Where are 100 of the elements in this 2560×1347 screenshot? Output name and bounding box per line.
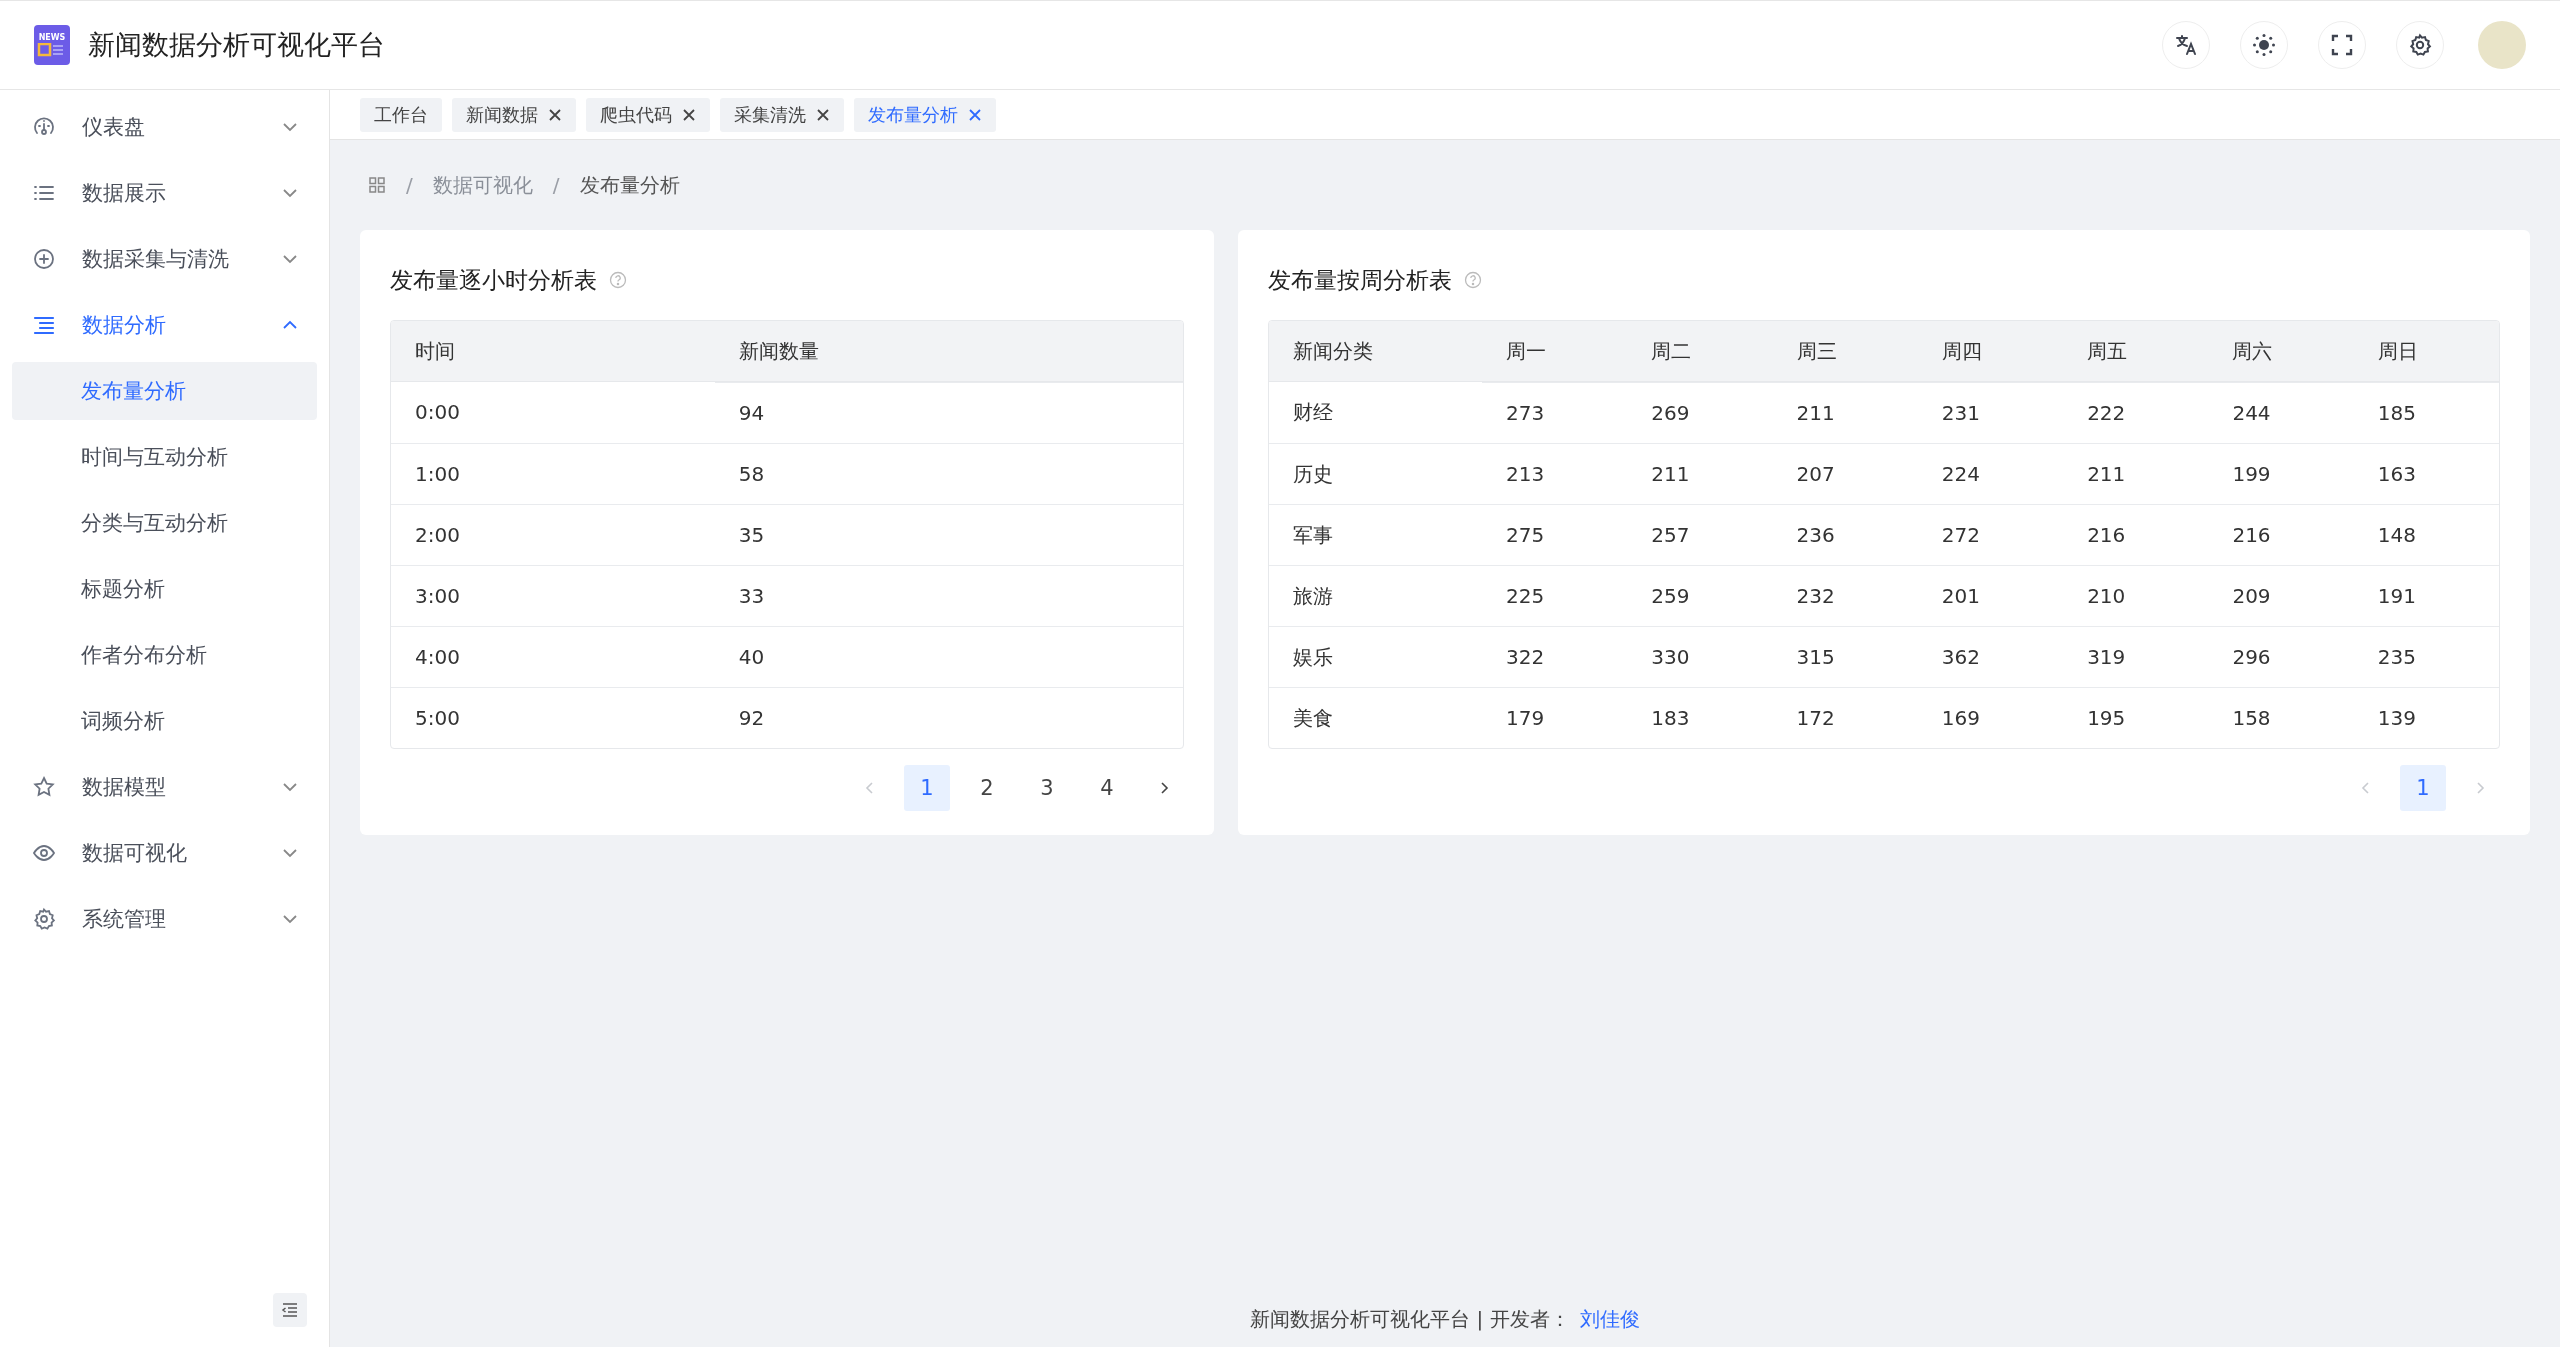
table-cell: 362 (1917, 626, 2064, 687)
table-cell: 275 (1481, 504, 1628, 565)
submenu-item[interactable]: 发布量分析 (12, 362, 317, 420)
submenu-item[interactable]: 词频分析 (12, 692, 317, 750)
table-cell: 222 (2063, 382, 2209, 443)
table-cell: 225 (1481, 565, 1628, 626)
menu-item[interactable]: 数据采集与清洗 (12, 226, 317, 292)
menu-item[interactable]: 系统管理 (12, 886, 317, 952)
table-cell: 211 (2063, 443, 2209, 504)
table-cell: 232 (1772, 565, 1918, 626)
app-title: 新闻数据分析可视化平台 (88, 28, 385, 62)
submenu-item[interactable]: 作者分布分析 (12, 626, 317, 684)
page-button[interactable]: 3 (1024, 765, 1070, 811)
page-button[interactable]: 2 (964, 765, 1010, 811)
page-button[interactable]: 1 (904, 765, 950, 811)
table-cell: 35 (714, 504, 1183, 565)
author-link[interactable]: 刘佳俊 (1579, 1305, 1640, 1333)
breadcrumb-item[interactable]: 发布量分析 (579, 171, 680, 199)
close-icon[interactable] (682, 107, 696, 122)
submenu-item[interactable]: 时间与互动分析 (12, 428, 317, 486)
tab[interactable]: 爬虫代码 (586, 97, 710, 132)
table-cell: 315 (1772, 626, 1918, 687)
table-cell: 179 (1481, 687, 1628, 748)
table-cell: 旅游 (1269, 565, 1482, 626)
column-header: 周六 (2208, 321, 2354, 382)
close-icon[interactable] (548, 107, 562, 122)
table-cell: 4:00 (391, 626, 715, 687)
table-cell: 158 (2208, 687, 2354, 748)
menu-item[interactable]: 仪表盘 (12, 94, 317, 160)
column-header: 周二 (1627, 321, 1773, 382)
tab[interactable]: 采集清洗 (720, 97, 844, 132)
table-cell: 172 (1772, 687, 1918, 748)
footer-text: 新闻数据分析可视化平台 | 开发者： (1250, 1305, 1570, 1333)
column-header: 新闻分类 (1269, 321, 1482, 382)
table-cell: 2:00 (391, 504, 715, 565)
table-cell: 201 (1917, 565, 2064, 626)
grid-icon[interactable] (368, 176, 386, 194)
news-logo: NEWS (34, 25, 70, 65)
close-icon[interactable] (968, 107, 982, 122)
submenu-item[interactable]: 标题分析 (12, 560, 317, 618)
table-cell: 322 (1481, 626, 1628, 687)
table-cell: 244 (2208, 382, 2354, 443)
table-cell: 5:00 (391, 687, 715, 748)
table-cell: 191 (2353, 565, 2499, 626)
table-cell: 1:00 (391, 443, 715, 504)
card-title: 发布量按周分析表 (1268, 265, 1452, 295)
table-cell: 330 (1627, 626, 1773, 687)
table-cell: 185 (2353, 382, 2499, 443)
settings-icon[interactable] (2396, 21, 2444, 69)
table-cell-text: 财经 (1292, 398, 1334, 426)
column-header: 周一 (1481, 321, 1628, 382)
table-cell: 139 (2353, 687, 2499, 748)
table-cell: 3:00 (391, 565, 715, 626)
star-icon (32, 775, 56, 799)
table-cell: 183 (1627, 687, 1773, 748)
table-cell: 273 (1481, 382, 1628, 443)
settings-icon (32, 907, 56, 931)
table-cell: 58 (714, 443, 1183, 504)
table-cell: 163 (2353, 443, 2499, 504)
plus-circle-icon (32, 247, 56, 271)
tab[interactable]: 新闻数据 (452, 97, 576, 132)
table-cell: 272 (1917, 504, 2064, 565)
menu-item[interactable]: 数据分析 (12, 292, 317, 358)
table-cell: 美食 (1269, 687, 1482, 748)
table-cell: 军事 (1269, 504, 1482, 565)
table-cell: 40 (714, 626, 1183, 687)
table-cell: 235 (2353, 626, 2499, 687)
table-cell: 148 (2353, 504, 2499, 565)
menu-item[interactable]: 数据展示 (12, 160, 317, 226)
table-cell: 历史 (1269, 443, 1482, 504)
fullscreen-icon[interactable] (2318, 21, 2366, 69)
tab[interactable]: 发布量分析 (854, 97, 996, 132)
table-cell: 269 (1627, 382, 1773, 443)
table-cell: 210 (2063, 565, 2209, 626)
table-cell: 33 (714, 565, 1183, 626)
table-cell: 319 (2063, 626, 2209, 687)
column-header: 周五 (2063, 321, 2209, 382)
table-cell: 236 (1772, 504, 1918, 565)
menu-item[interactable]: 数据可视化 (12, 820, 317, 886)
collapse-sidebar-button[interactable] (273, 1293, 307, 1327)
table-cell: 257 (1627, 504, 1773, 565)
close-icon[interactable] (816, 107, 830, 122)
page-button[interactable]: 4 (1084, 765, 1130, 811)
table-cell: 娱乐 (1269, 626, 1482, 687)
translate-icon[interactable] (2162, 21, 2210, 69)
table-cell: 92 (714, 687, 1183, 748)
table-cell: 259 (1627, 565, 1773, 626)
tab[interactable]: 工作台 (360, 97, 442, 132)
submenu-item[interactable]: 分类与互动分析 (12, 494, 317, 552)
indent-icon (281, 1301, 299, 1319)
sun-icon[interactable] (2240, 21, 2288, 69)
menu-item[interactable]: 数据模型 (12, 754, 317, 820)
table-cell: 216 (2208, 504, 2354, 565)
column-header: 周三 (1772, 321, 1918, 382)
page-button[interactable]: 1 (2400, 765, 2446, 811)
table-cell: 207 (1772, 443, 1918, 504)
table-cell: 94 (714, 382, 1183, 443)
table-cell: 199 (2208, 443, 2354, 504)
table-cell: 211 (1627, 443, 1773, 504)
table-cell: 169 (1917, 687, 2064, 748)
